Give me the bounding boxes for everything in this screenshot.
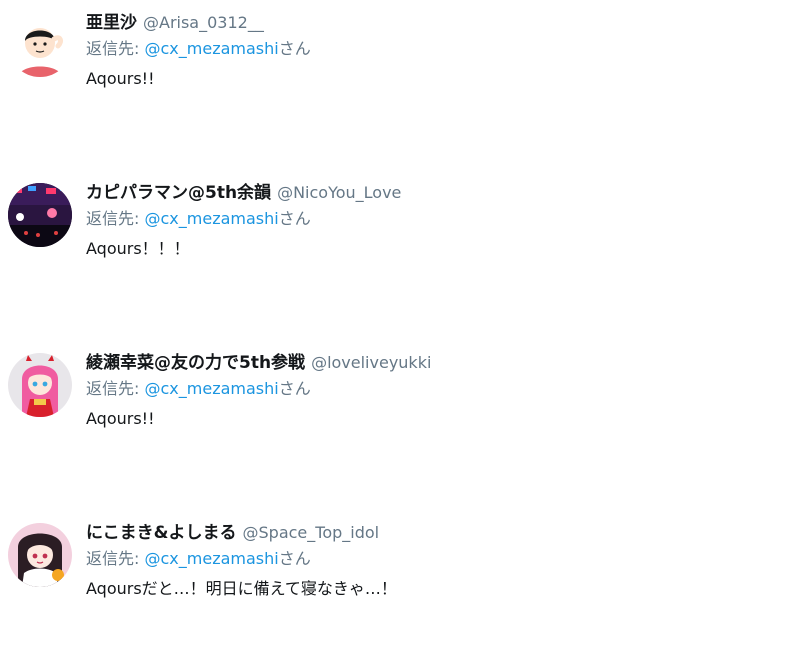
avatar-concert-stage-icon [8, 183, 72, 247]
tweet-text: Aqoursだと…！明日に備えて寝なきゃ…！ [86, 579, 397, 598]
reply-to-line: 返信先: @cx_mezamashiさん [86, 36, 790, 62]
reply-to-suffix: さん [278, 549, 311, 568]
tweet-text: Aqours！！！ [86, 239, 190, 258]
reply-to-link[interactable]: @cx_mezamashi [145, 549, 279, 568]
reply-to-suffix: さん [278, 39, 311, 58]
tweet-text: Aqours!! [86, 409, 155, 428]
reply-to-suffix: さん [278, 209, 311, 228]
user-handle[interactable]: @Arisa_0312__ [143, 13, 264, 32]
reply-to-link[interactable]: @cx_mezamashi [145, 379, 279, 398]
reply-item[interactable]: にこまき&よしまる @Space_Top_idol 返信先: @cx_mezama… [0, 510, 800, 660]
reply-to-prefix: 返信先: [86, 209, 140, 228]
reply-to-prefix: 返信先: [86, 549, 140, 568]
reply-to-prefix: 返信先: [86, 39, 140, 58]
reply-item[interactable]: カピパラマン@5th余韻 @NicoYou_Love 返信先: @cx_mezam… [0, 170, 800, 320]
reply-to-link[interactable]: @cx_mezamashi [145, 209, 279, 228]
reply-item[interactable]: 亜里沙 @Arisa_0312__ 返信先: @cx_mezamashiさん Aq… [0, 0, 800, 150]
reply-item[interactable]: 綾瀬幸菜@友の力で5th参戦 @loveliveyukki 返信先: @cx_me… [0, 340, 800, 490]
user-handle[interactable]: @NicoYou_Love [277, 183, 401, 202]
user-handle[interactable]: @Space_Top_idol [243, 523, 380, 542]
display-name[interactable]: 亜里沙 [86, 13, 137, 33]
tweet-text: Aqours!! [86, 69, 155, 88]
avatar[interactable] [8, 523, 72, 587]
avatar[interactable] [8, 183, 72, 247]
avatar[interactable] [8, 13, 72, 77]
user-handle[interactable]: @loveliveyukki [311, 353, 431, 372]
avatar-cartoon-person-icon [8, 13, 72, 77]
reply-to-prefix: 返信先: [86, 379, 140, 398]
reply-to-suffix: さん [278, 379, 311, 398]
display-name[interactable]: カピパラマン@5th余韻 [86, 183, 271, 203]
display-name[interactable]: 綾瀬幸菜@友の力で5th参戦 [86, 353, 305, 373]
reply-to-line: 返信先: @cx_mezamashiさん [86, 376, 790, 402]
reply-to-line: 返信先: @cx_mezamashiさん [86, 206, 790, 232]
reply-to-link[interactable]: @cx_mezamashi [145, 39, 279, 58]
reply-to-line: 返信先: @cx_mezamashiさん [86, 546, 790, 572]
avatar-anime-character-icon [8, 353, 72, 417]
display-name[interactable]: にこまき&よしまる [86, 523, 237, 543]
avatar[interactable] [8, 353, 72, 417]
avatar-anime-characters-icon [8, 523, 72, 587]
